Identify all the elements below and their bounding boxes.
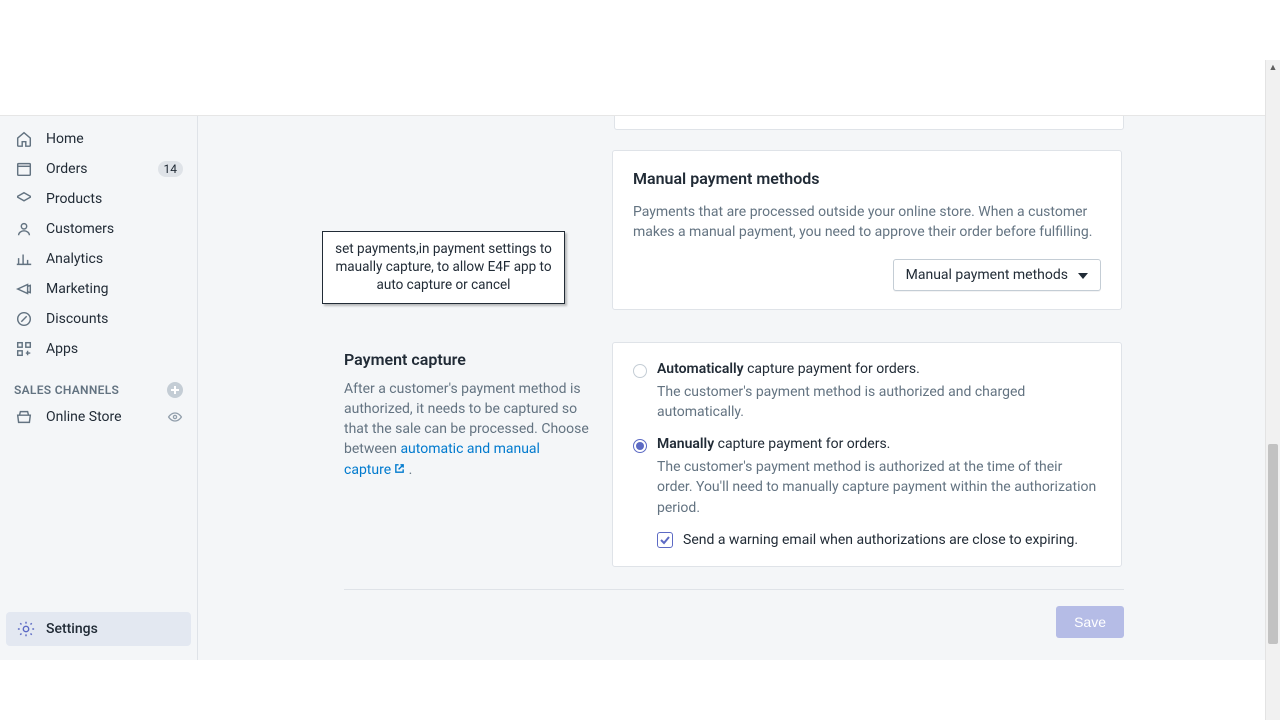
external-link-icon [394, 460, 405, 480]
sidebar-item-label: Home [46, 131, 183, 147]
online-store-icon [14, 407, 34, 427]
manual-card-desc: Payments that are processed outside your… [633, 202, 1101, 243]
sidebar-channel-online-store[interactable]: Online Store [0, 402, 197, 432]
products-icon [14, 189, 34, 209]
dropdown-label: Manual payment methods [906, 267, 1068, 283]
sidebar-item-apps[interactable]: Apps [0, 334, 197, 364]
checkbox-label: Send a warning email when authorizations… [683, 532, 1078, 548]
radio-auto-desc: The customer's payment method is authori… [657, 382, 1101, 423]
sidebar-item-label: Apps [46, 341, 183, 357]
save-button[interactable]: Save [1056, 606, 1124, 638]
sidebar-item-analytics[interactable]: Analytics [0, 244, 197, 274]
sidebar-item-home[interactable]: Home [0, 124, 197, 154]
gear-icon [16, 619, 36, 639]
sidebar: Home Orders 14 Products [0, 116, 198, 660]
discounts-icon [14, 309, 34, 329]
checkbox-icon [657, 532, 673, 548]
payment-capture-title: Payment capture [344, 350, 590, 369]
sidebar-item-customers[interactable]: Customers [0, 214, 197, 244]
customers-icon [14, 219, 34, 239]
checkbox-warning-email[interactable]: Send a warning email when authorizations… [657, 532, 1101, 548]
sidebar-item-discounts[interactable]: Discounts [0, 304, 197, 334]
sales-channels-header: SALES CHANNELS [0, 364, 197, 402]
radio-icon [633, 364, 647, 378]
settings-label: Settings [46, 621, 98, 637]
scrollbar-thumb[interactable] [1268, 444, 1278, 644]
radio-auto-capture[interactable]: Automatically capture payment for orders… [633, 361, 1101, 378]
sidebar-item-label: Analytics [46, 251, 183, 267]
main-content: Manual payment methods Payments that are… [198, 116, 1280, 660]
orders-badge: 14 [158, 161, 184, 177]
add-channel-icon[interactable] [167, 382, 183, 398]
analytics-icon [14, 249, 34, 269]
home-icon [14, 129, 34, 149]
sidebar-item-products[interactable]: Products [0, 184, 197, 214]
scrollbar[interactable]: ▲ [1265, 60, 1280, 720]
payment-capture-desc: After a customer's payment method is aut… [344, 379, 590, 480]
manual-card-title: Manual payment methods [633, 169, 1101, 188]
tooltip-annotation: set payments,in payment settings to maua… [322, 231, 565, 304]
card-clipped [614, 116, 1124, 130]
sidebar-item-label: Discounts [46, 311, 183, 327]
sidebar-item-orders[interactable]: Orders 14 [0, 154, 197, 184]
scroll-up-icon[interactable]: ▲ [1266, 60, 1280, 74]
divider [344, 589, 1124, 590]
caret-down-icon [1078, 267, 1088, 283]
sidebar-item-label: Marketing [46, 281, 183, 297]
sidebar-item-label: Products [46, 191, 183, 207]
sidebar-item-marketing[interactable]: Marketing [0, 274, 197, 304]
radio-manual-capture[interactable]: Manually capture payment for orders. [633, 436, 1101, 453]
view-store-icon[interactable] [167, 409, 183, 425]
channel-label: Online Store [46, 409, 167, 425]
radio-icon [633, 439, 647, 453]
sidebar-item-label: Orders [46, 161, 158, 177]
sidebar-item-settings[interactable]: Settings [6, 612, 191, 646]
manual-payment-card: Manual payment methods Payments that are… [612, 150, 1122, 310]
manual-payment-dropdown[interactable]: Manual payment methods [893, 259, 1101, 291]
orders-icon [14, 159, 34, 179]
marketing-icon [14, 279, 34, 299]
radio-manual-desc: The customer's payment method is authori… [657, 457, 1101, 518]
section-label: SALES CHANNELS [14, 383, 119, 397]
sidebar-item-label: Customers [46, 221, 183, 237]
payment-capture-card: Automatically capture payment for orders… [612, 342, 1122, 567]
apps-icon [14, 339, 34, 359]
